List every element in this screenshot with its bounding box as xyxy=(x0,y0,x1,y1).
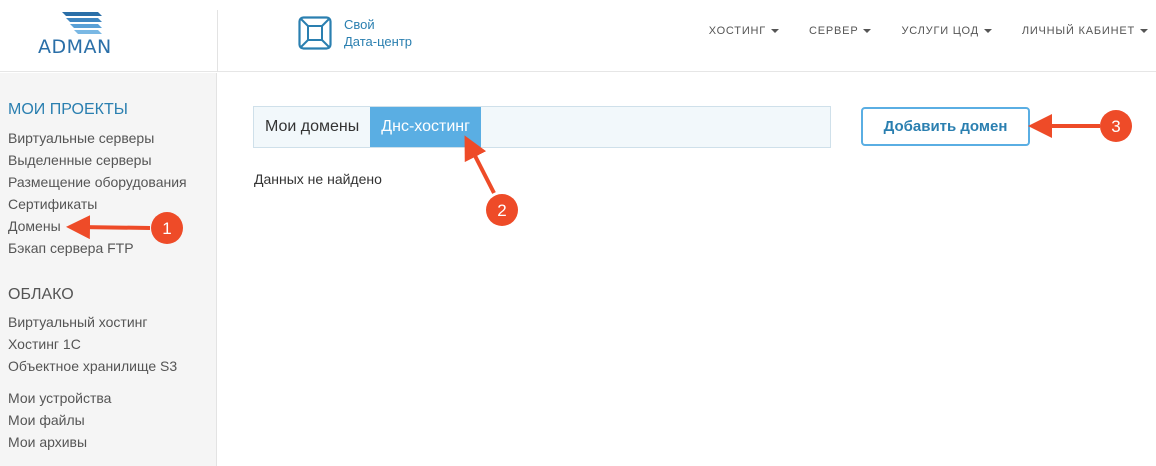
caret-down-icon xyxy=(863,29,872,33)
caret-down-icon xyxy=(771,29,780,33)
datacenter-text: Свой Дата-центр xyxy=(344,16,412,50)
sidebar-item-devices[interactable]: Мои устройства xyxy=(8,387,111,409)
add-domain-button[interactable]: Добавить домен xyxy=(861,107,1030,146)
datacenter-line2: Дата-центр xyxy=(344,34,413,49)
datacenter-icon xyxy=(298,16,332,50)
logo-text: ADMAN xyxy=(38,36,112,58)
caret-down-icon xyxy=(983,29,992,33)
top-nav: ХОСТИНГ СЕРВЕР УСЛУГИ ЦОД ЛИЧНЫЙ КАБИНЕТ xyxy=(679,25,1148,37)
sidebar-item-virtual-servers[interactable]: Виртуальные серверы xyxy=(8,127,187,149)
annotation-badge-3 xyxy=(1100,110,1132,142)
tab-my-domains[interactable]: Мои домены xyxy=(254,107,370,147)
sidebar-item-virtual-hosting[interactable]: Виртуальный хостинг xyxy=(8,311,177,333)
sidebar-item-colocation[interactable]: Размещение оборудования xyxy=(8,171,187,193)
nav-server[interactable]: СЕРВЕР xyxy=(809,25,872,37)
annotation-2: 2 xyxy=(464,135,518,226)
sidebar-item-archives[interactable]: Мои архивы xyxy=(8,431,111,453)
sidebar-title-projects: МОИ ПРОЕКТЫ xyxy=(8,101,128,118)
header: ADMAN Свой Дата-центр ХОСТИНГ СЕРВЕР УСЛ… xyxy=(0,0,1156,72)
annotation-number-2: 2 xyxy=(497,201,506,220)
annotation-number-3: 3 xyxy=(1111,117,1120,136)
sidebar-item-ftp-backup[interactable]: Бэкап сервера FTP xyxy=(8,237,187,259)
annotation-3: 3 xyxy=(1028,110,1132,142)
header-divider xyxy=(217,10,218,72)
annotation-badge-2 xyxy=(486,194,518,226)
sidebar-other-list: Мои устройства Мои файлы Мои архивы xyxy=(8,387,111,453)
domain-tabs: Мои домены Днс-хостинг xyxy=(253,106,831,148)
annotation-arrow-2 xyxy=(464,135,496,194)
caret-down-icon xyxy=(1140,29,1148,33)
sidebar-item-files[interactable]: Мои файлы xyxy=(8,409,111,431)
nav-account[interactable]: ЛИЧНЫЙ КАБИНЕТ xyxy=(1022,25,1148,37)
nav-label: УСЛУГИ ЦОД xyxy=(901,25,979,37)
sidebar-projects-list: Виртуальные серверы Выделенные серверы Р… xyxy=(8,127,187,259)
nav-hosting[interactable]: ХОСТИНГ xyxy=(708,25,780,37)
tab-dns-hosting[interactable]: Днс-хостинг xyxy=(370,107,481,147)
nav-label: ЛИЧНЫЙ КАБИНЕТ xyxy=(1021,25,1135,37)
sidebar-item-dedicated-servers[interactable]: Выделенные серверы xyxy=(8,149,187,171)
sidebar-title-cloud: ОБЛАКО xyxy=(8,286,74,303)
nav-datacenter-services[interactable]: УСЛУГИ ЦОД xyxy=(901,25,992,37)
sidebar-item-certificates[interactable]: Сертификаты xyxy=(8,193,187,215)
nav-label: СЕРВЕР xyxy=(809,25,859,37)
datacenter-line1: Свой xyxy=(344,17,375,32)
empty-state-text: Данных не найдено xyxy=(254,171,382,187)
datacenter-logo[interactable]: Свой Дата-центр xyxy=(298,16,412,50)
adman-logo[interactable]: ADMAN xyxy=(30,8,130,60)
sidebar-item-object-storage[interactable]: Объектное хранилище S3 xyxy=(8,355,177,377)
sidebar-cloud-list: Виртуальный хостинг Хостинг 1С Объектное… xyxy=(8,311,177,377)
sidebar-item-hosting-1c[interactable]: Хостинг 1С xyxy=(8,333,177,355)
nav-label: ХОСТИНГ xyxy=(708,25,767,37)
adman-logo-icon xyxy=(62,12,102,34)
sidebar: МОИ ПРОЕКТЫ Виртуальные серверы Выделенн… xyxy=(0,73,217,466)
sidebar-item-domains[interactable]: Домены xyxy=(8,215,187,237)
